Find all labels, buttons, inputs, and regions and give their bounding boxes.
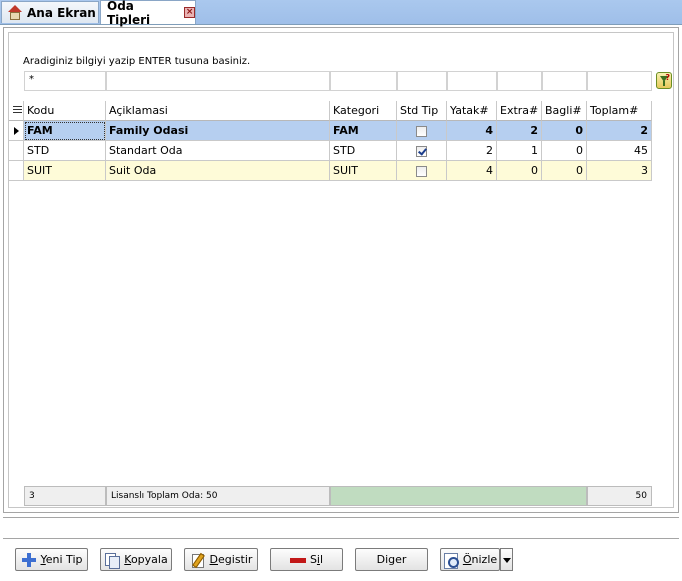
cell-bagli[interactable]: 0 (542, 121, 587, 141)
record-count: 3 (24, 486, 106, 506)
grid-footer: 3 Lisanslı Toplam Oda: 50 50 (9, 486, 652, 506)
filter-input-bagli[interactable] (542, 71, 587, 91)
table-row[interactable]: STD Standart Oda STD 2 1 0 45 (9, 141, 652, 161)
cell-kategori[interactable]: SUIT (330, 161, 397, 181)
cell-kodu[interactable]: FAM (24, 121, 106, 141)
filter-input-yatak[interactable] (447, 71, 497, 91)
cell-extra[interactable]: 2 (497, 121, 542, 141)
search-hint-text: Aradiginiz bilgiyi yazip ENTER tusuna ba… (23, 56, 251, 67)
cell-kategori[interactable]: STD (330, 141, 397, 161)
filter-input-extra[interactable] (497, 71, 542, 91)
edit-button[interactable]: Degistir (184, 548, 258, 571)
new-type-button[interactable]: Yeni Tip (15, 548, 88, 571)
column-header-yatak[interactable]: Yatak# (447, 101, 497, 121)
column-header-extra[interactable]: Extra# (497, 101, 542, 121)
cell-aciklama[interactable]: Family Odasi (106, 121, 330, 141)
row-indicator (9, 121, 24, 141)
license-summary: Lisanslı Toplam Oda: 50 (106, 486, 330, 506)
filter-input-kategori[interactable] (330, 71, 397, 91)
column-header-std-tip[interactable]: Std Tip (397, 101, 447, 121)
cell-kodu[interactable]: STD (24, 141, 106, 161)
cell-kategori[interactable]: FAM (330, 121, 397, 141)
other-label: Diger (376, 553, 407, 566)
preview-label: Önizle (462, 553, 498, 566)
column-header-aciklama[interactable]: Açiklamasi (106, 101, 330, 121)
column-header-kodu[interactable]: Kodu (24, 101, 106, 121)
new-type-label: Yeni Tip (40, 553, 83, 566)
cell-std-tip[interactable] (397, 121, 447, 141)
table-row[interactable]: FAM Family Odasi FAM 4 2 0 2 (9, 121, 652, 141)
delete-button[interactable]: Sil (270, 548, 343, 571)
cell-bagli[interactable]: 0 (542, 141, 587, 161)
filter-input-aciklama[interactable] (106, 71, 330, 91)
filter-input-toplam[interactable] (587, 71, 652, 91)
delete-icon (289, 552, 306, 568)
tab-label: Oda Tipleri (107, 0, 151, 27)
search-hint: Aradiginiz bilgiyi yazip ENTER tusuna ba… (23, 56, 250, 67)
current-row-arrow-icon (14, 127, 19, 135)
edit-label: Degistir (209, 553, 253, 566)
pencil-icon (190, 552, 206, 568)
cell-yatak[interactable]: 4 (447, 121, 497, 141)
cell-toplam[interactable]: 2 (587, 121, 652, 141)
close-icon[interactable]: × (184, 7, 195, 18)
cell-toplam[interactable]: 45 (587, 141, 652, 161)
preview-dropdown-button[interactable] (500, 548, 513, 571)
filter-input-std-tip[interactable] (397, 71, 447, 91)
summary-bar (330, 486, 587, 506)
cell-extra[interactable]: 0 (497, 161, 542, 181)
column-header-kategori[interactable]: Kategori (330, 101, 397, 121)
cell-aciklama[interactable]: Standart Oda (106, 141, 330, 161)
cell-std-tip[interactable] (397, 161, 447, 181)
tab-oda-tipleri[interactable]: Oda Tipleri × (100, 0, 196, 27)
column-chooser[interactable] (9, 101, 24, 121)
table-row[interactable]: SUIT Suit Oda SUIT 4 0 0 3 (9, 161, 652, 181)
home-icon (7, 4, 23, 21)
grid-header: Kodu Açiklamasi Kategori Std Tip Yatak# … (9, 101, 652, 121)
row-indicator (9, 161, 24, 181)
std-tip-checkbox[interactable] (416, 166, 427, 177)
cell-aciklama[interactable]: Suit Oda (106, 161, 330, 181)
plus-icon (21, 552, 37, 568)
cell-toplam[interactable]: 3 (587, 161, 652, 181)
menu-icon (13, 106, 22, 115)
row-indicator (9, 141, 24, 161)
main-panel (3, 27, 679, 513)
print-preview-icon (443, 552, 459, 569)
tab-ana-ekran[interactable]: Ana Ekran (1, 1, 99, 23)
std-tip-checkbox[interactable] (416, 146, 427, 157)
toolbar-divider (3, 538, 679, 539)
cell-bagli[interactable]: 0 (542, 161, 587, 181)
copy-label: Kopyala (124, 553, 168, 566)
cell-yatak[interactable]: 2 (447, 141, 497, 161)
other-button[interactable]: Diger (355, 548, 428, 571)
delete-label: Sil (309, 553, 324, 566)
std-tip-checkbox[interactable] (416, 126, 427, 137)
preview-button[interactable]: Önizle (440, 548, 500, 571)
column-header-toplam[interactable]: Toplam# (587, 101, 652, 121)
filter-input-kodu[interactable]: * (24, 71, 106, 91)
cell-kodu[interactable]: SUIT (24, 161, 106, 181)
tab-label: Ana Ekran (27, 5, 96, 20)
column-header-bagli[interactable]: Bagli# (542, 101, 587, 121)
filter-clear-button[interactable]: ? (656, 72, 672, 89)
copy-icon (104, 552, 121, 569)
cell-yatak[interactable]: 4 (447, 161, 497, 181)
cell-extra[interactable]: 1 (497, 141, 542, 161)
cell-std-tip[interactable] (397, 141, 447, 161)
total-rooms: 50 (587, 486, 652, 506)
copy-button[interactable]: Kopyala (100, 548, 172, 571)
